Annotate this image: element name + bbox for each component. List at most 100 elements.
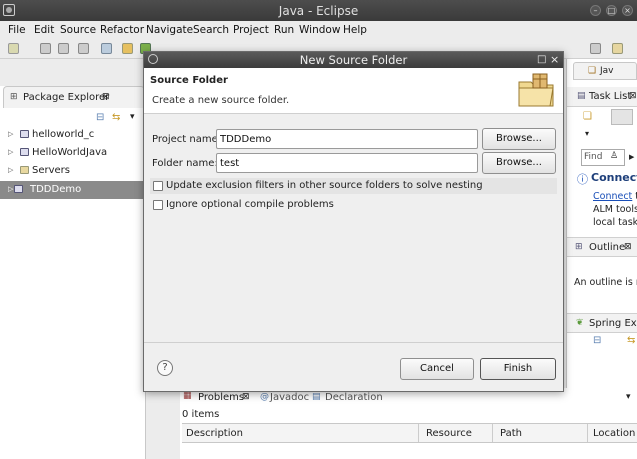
save-icon[interactable] xyxy=(40,43,51,54)
link-editor-icon[interactable]: ⇆ xyxy=(627,335,635,346)
tree-item-servers[interactable]: ▷ Servers xyxy=(0,162,146,180)
close-tab-icon[interactable]: ⊠ xyxy=(624,242,632,252)
column-path[interactable]: Path xyxy=(500,428,522,439)
expand-icon[interactable]: ▷ xyxy=(8,130,13,138)
ignore-compile-label[interactable]: Ignore optional compile problems xyxy=(166,199,334,210)
chevron-right-icon[interactable]: ▶ xyxy=(629,153,634,161)
outline-title: Outline xyxy=(589,242,626,253)
tab-javadoc[interactable]: Javadoc xyxy=(270,392,309,403)
connect-title: Connect xyxy=(591,171,637,184)
tree-item-helloworldjava[interactable]: ▷ HelloWorldJava xyxy=(0,144,146,162)
link-editor-icon[interactable]: ⇆ xyxy=(112,112,120,123)
column-description[interactable]: Description xyxy=(186,428,243,439)
connect-rest: to xyxy=(632,191,637,202)
view-menu-icon[interactable]: ▾ xyxy=(130,112,135,122)
update-exclusion-checkbox[interactable] xyxy=(153,181,163,191)
menu-window[interactable]: Window xyxy=(299,24,340,36)
tree-item-tdddemo[interactable]: ▷ TDDDemo xyxy=(0,181,146,199)
tab-package-explorer[interactable]: ⊞ Package Explorer ⊠ xyxy=(3,86,145,108)
folder-icon xyxy=(20,166,29,174)
tree-item-helloworld-c[interactable]: ▷ helloworld_c xyxy=(0,126,146,144)
browse-folder-button[interactable]: Browse... xyxy=(482,152,556,174)
new-task-icon[interactable]: ❏ xyxy=(583,111,592,122)
find-placeholder: Find xyxy=(584,152,603,162)
spring-explorer-header[interactable]: ❦ Spring Expl xyxy=(567,313,637,333)
outline-message: An outline is n xyxy=(574,277,637,288)
console-icon[interactable] xyxy=(101,43,112,54)
java-perspective-icon[interactable] xyxy=(612,43,623,54)
folder-name-input[interactable] xyxy=(216,153,478,173)
open-type-icon[interactable] xyxy=(122,43,133,54)
collapse-all-icon[interactable]: ⊟ xyxy=(593,335,601,346)
view-menu-icon[interactable]: ▾ xyxy=(585,129,589,138)
minimize-icon[interactable]: – xyxy=(590,5,601,16)
tree-item-label: TDDDemo xyxy=(30,184,82,195)
problems-panel: ▦ Problems ⊠ @ Javadoc ▤ Declaration ▾ 0… xyxy=(180,388,637,459)
save-all-icon[interactable] xyxy=(58,43,69,54)
expand-icon[interactable]: ▷ xyxy=(8,148,13,156)
update-exclusion-label[interactable]: Update exclusion filters in other source… xyxy=(166,180,483,191)
new-icon[interactable] xyxy=(8,43,19,54)
package-explorer-title: Package Explorer xyxy=(23,92,110,103)
maximize-icon[interactable]: □ xyxy=(606,5,617,16)
menu-search[interactable]: Search xyxy=(193,24,229,36)
tab-java-editor[interactable]: ❑ Jav xyxy=(573,62,637,80)
project-folder-icon xyxy=(20,130,29,138)
dialog-titlebar: New Source Folder □ × xyxy=(144,52,563,68)
find-icon[interactable]: ♙ xyxy=(610,151,618,161)
restore-icon[interactable]: □ xyxy=(537,54,546,65)
spring-explorer-title: Spring Expl xyxy=(589,318,637,329)
menu-run[interactable]: Run xyxy=(274,24,294,36)
project-name-label: Project name: xyxy=(152,134,222,145)
outline-icon: ⊞ xyxy=(575,242,583,252)
task-list-icon: ▤ xyxy=(577,91,586,101)
menu-source[interactable]: Source xyxy=(60,24,96,36)
menu-file[interactable]: File xyxy=(8,24,26,36)
expand-icon[interactable]: ▷ xyxy=(8,166,13,174)
window-titlebar: Java - Eclipse – □ × xyxy=(0,0,637,21)
help-icon[interactable]: ? xyxy=(157,360,173,376)
close-icon[interactable]: × xyxy=(622,5,633,16)
ignore-compile-checkbox[interactable] xyxy=(153,200,163,210)
menu-edit[interactable]: Edit xyxy=(34,24,54,36)
problems-table-header: Description Resource Path Location xyxy=(182,423,637,443)
problems-icon: ▦ xyxy=(183,391,192,401)
javadoc-icon: @ xyxy=(260,392,269,402)
browse-project-button[interactable]: Browse... xyxy=(482,128,556,150)
expand-icon[interactable]: ▷ xyxy=(8,185,13,193)
tab-problems[interactable]: Problems xyxy=(198,392,244,403)
column-location[interactable]: Location xyxy=(593,428,635,439)
menu-help[interactable]: Help xyxy=(343,24,367,36)
perspective-icon[interactable] xyxy=(590,43,601,54)
dialog-title: New Source Folder xyxy=(299,53,408,67)
menu-navigate[interactable]: Navigate xyxy=(146,24,193,36)
dialog-header-title: Source Folder xyxy=(150,75,228,86)
outline-header[interactable]: ⊞ Outline ⊠ xyxy=(567,237,637,257)
collapse-all-icon[interactable]: ⊟ xyxy=(96,112,104,123)
menu-bar: File Edit Source Refactor Navigate Searc… xyxy=(0,21,637,39)
close-tab-icon[interactable]: ⊠ xyxy=(242,392,250,402)
connect-line3: local task. xyxy=(593,217,637,228)
task-filter-icon[interactable] xyxy=(611,109,633,125)
task-find-input[interactable]: Find ♙ xyxy=(581,149,625,166)
dialog-close-icon[interactable]: × xyxy=(550,53,559,66)
task-list-header[interactable]: ▤ Task List ⊠ xyxy=(567,87,637,107)
dialog-header: Source Folder Create a new source folder… xyxy=(144,68,563,114)
folder-name-label: Folder name: xyxy=(152,158,218,169)
close-tab-icon[interactable]: ⊠ xyxy=(102,92,110,102)
connect-link[interactable]: Connect xyxy=(593,191,632,202)
task-list-title: Task List xyxy=(589,91,632,102)
connect-line2: ALM tools xyxy=(593,204,637,215)
print-icon[interactable] xyxy=(78,43,89,54)
column-resource[interactable]: Resource xyxy=(426,428,472,439)
finish-button[interactable]: Finish xyxy=(480,358,556,380)
close-tab-icon[interactable]: ⊠ xyxy=(629,91,637,101)
connect-text: Connect to xyxy=(593,191,637,202)
menu-refactor[interactable]: Refactor xyxy=(100,24,144,36)
menu-project[interactable]: Project xyxy=(233,24,269,36)
project-name-input[interactable] xyxy=(216,129,478,149)
cancel-button[interactable]: Cancel xyxy=(400,358,474,380)
tab-declaration[interactable]: Declaration xyxy=(325,392,383,403)
view-menu-icon[interactable]: ▾ xyxy=(626,392,631,402)
dialog-header-subtitle: Create a new source folder. xyxy=(152,95,290,106)
